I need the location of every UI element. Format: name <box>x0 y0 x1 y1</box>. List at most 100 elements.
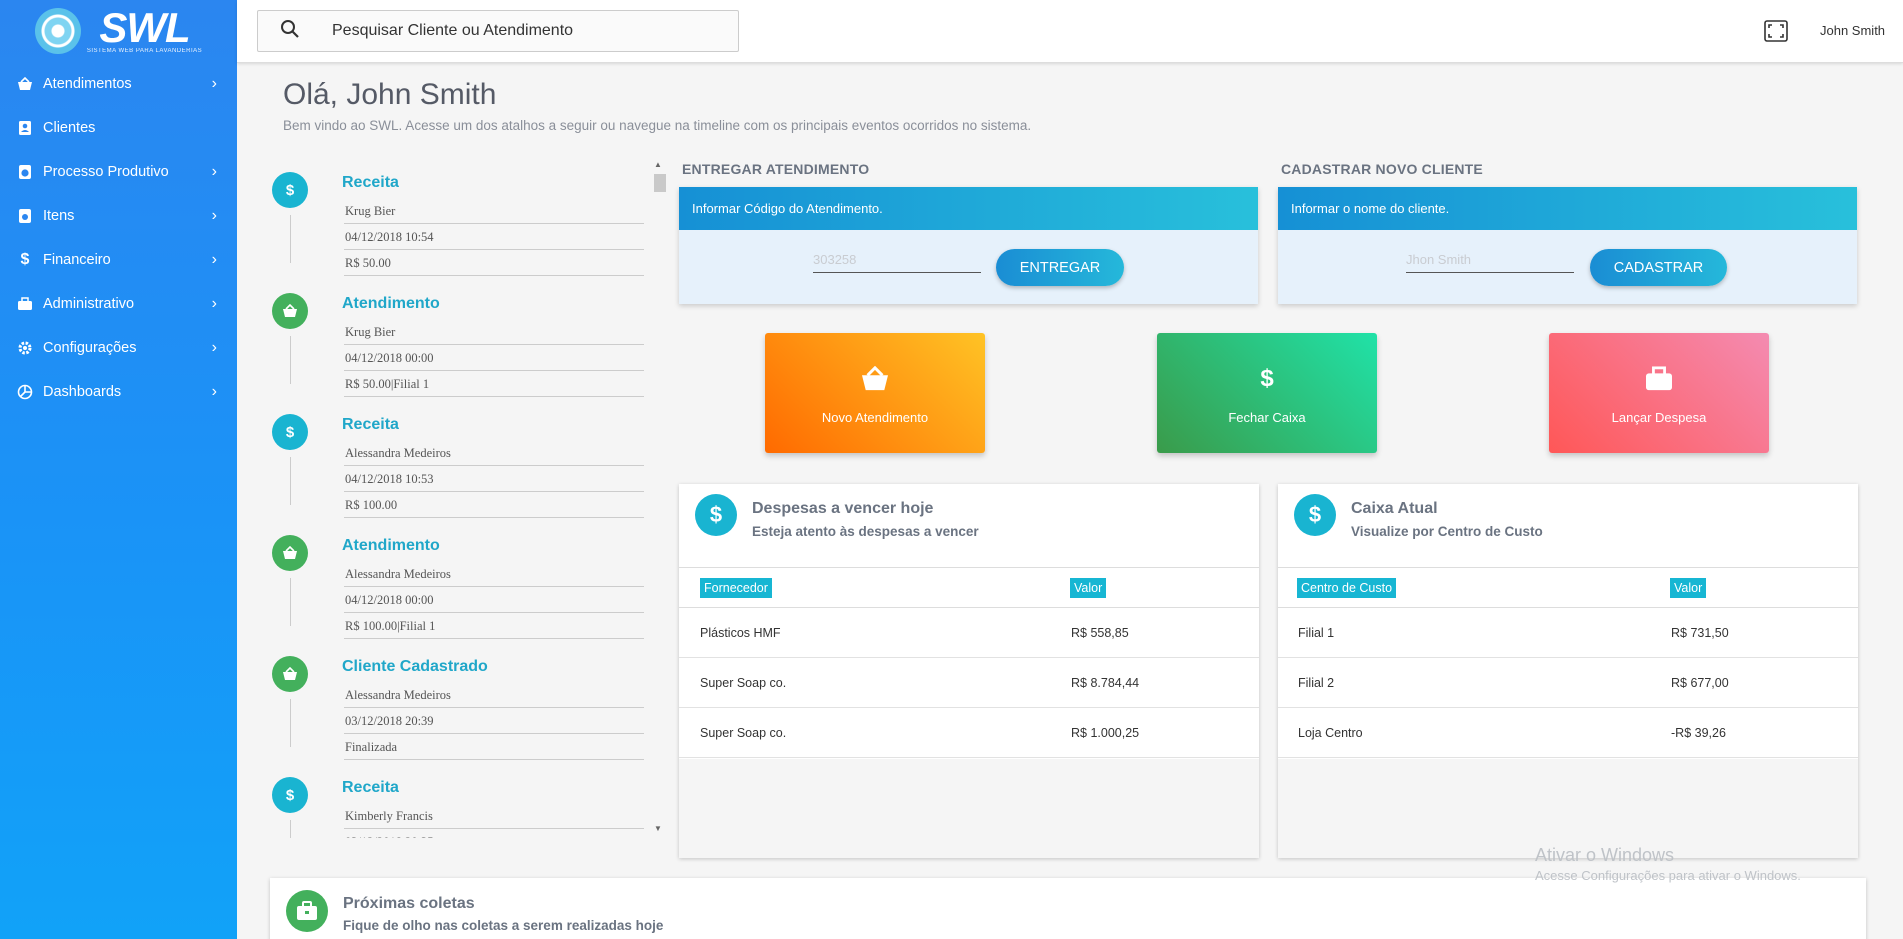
table-cell: R$ 731,50 <box>1671 626 1729 640</box>
table-header: Centro de Custo Valor <box>1278 568 1858 608</box>
timeline-title[interactable]: Atendimento <box>342 295 440 313</box>
timeline-title[interactable]: Receita <box>342 174 399 192</box>
timeline-detail: 04/12/2018 00:00 <box>344 345 644 371</box>
table-row[interactable]: Plásticos HMF R$ 558,85 <box>679 608 1259 658</box>
timeline-detail: 04/12/2018 10:54 <box>344 224 644 250</box>
sidebar-item-label: Financeiro <box>43 252 111 268</box>
scroll-down-icon[interactable]: ▼ <box>654 824 662 833</box>
timeline-detail: Krug Bier <box>344 319 644 345</box>
gear-icon <box>16 340 34 356</box>
column-header-value[interactable]: Valor <box>1670 578 1707 598</box>
timeline-title[interactable]: Receita <box>342 779 399 797</box>
register-button[interactable]: CADASTRAR <box>1590 249 1727 286</box>
chevron-right-icon: › <box>211 75 217 92</box>
sidebar-nav: Atendimentos › Clientes Processo Produti… <box>0 62 237 414</box>
timeline-connector <box>290 215 291 263</box>
register-prompt: Informar o nome do cliente. <box>1278 187 1857 230</box>
timeline-entry[interactable]: $ Receita Alessandra Medeiros 04/12/2018 … <box>268 402 668 524</box>
chevron-right-icon: › <box>211 383 217 400</box>
sidebar-item-atendimentos[interactable]: Atendimentos › <box>0 62 237 106</box>
client-name-input[interactable] <box>1406 247 1574 273</box>
logo-text: SWL <box>99 4 190 51</box>
watermark-title: Ativar o Windows <box>1535 845 1675 865</box>
sidebar-item-itens[interactable]: Itens › <box>0 194 237 238</box>
timeline[interactable]: $ Receita Krug Bier 04/12/2018 10:54 R$ 50… <box>268 160 668 838</box>
table-cell: Loja Centro <box>1298 726 1363 740</box>
app-logo[interactable]: SWL SISTEMA WEB PARA LAVANDERIAS <box>0 0 237 62</box>
deliver-button[interactable]: ENTREGAR <box>996 249 1124 286</box>
shirt-icon <box>16 208 34 224</box>
search-input[interactable] <box>332 22 712 40</box>
sidebar-item-label: Administrativo <box>43 296 135 312</box>
table-row[interactable]: Filial 1 R$ 731,50 <box>1278 608 1858 658</box>
sidebar-item-clientes[interactable]: Clientes <box>0 106 237 150</box>
timeline-detail: 04/12/2018 00:00 <box>344 587 644 613</box>
sidebar-item-processo-produtivo[interactable]: Processo Produtivo › <box>0 150 237 194</box>
basket-icon <box>272 656 308 692</box>
chevron-right-icon: › <box>211 207 217 224</box>
new-service-tile[interactable]: Novo Atendimento <box>765 333 985 453</box>
table-row[interactable]: Super Soap co. R$ 1.000,25 <box>679 708 1259 758</box>
column-header-cost-center[interactable]: Centro de Custo <box>1297 578 1397 598</box>
timeline-title[interactable]: Receita <box>342 416 399 434</box>
expenses-subtitle: Esteja atento às despesas a vencer <box>752 524 979 539</box>
table-row[interactable]: Loja Centro -R$ 39,26 <box>1278 708 1858 758</box>
search-icon[interactable] <box>280 19 314 44</box>
table-cell: R$ 1.000,25 <box>1071 726 1140 740</box>
column-header-value[interactable]: Valor <box>1070 578 1107 598</box>
timeline-detail: R$ 50.00 <box>344 250 644 276</box>
timeline-detail: Alessandra Medeiros <box>344 682 644 708</box>
watermark-subtitle: Acesse Configurações para ativar o Windo… <box>1535 868 1801 883</box>
sidebar-item-administrativo[interactable]: Administrativo › <box>0 282 237 326</box>
page-subtitle: Bem vindo ao SWL. Acesse um dos atalhos … <box>283 118 1032 133</box>
dollar-icon: $ <box>1294 494 1336 536</box>
timeline-entry[interactable]: Atendimento Krug Bier 04/12/2018 00:00 R$ … <box>268 281 668 403</box>
timeline-connector <box>290 578 291 626</box>
sidebar-item-label: Processo Produtivo <box>43 164 169 180</box>
deliver-prompt: Informar Código do Atendimento. <box>679 187 1258 230</box>
delivery-code-input[interactable] <box>813 247 981 273</box>
timeline-scrollbar[interactable]: ▲ ▼ <box>652 160 666 838</box>
cash-card: $ Caixa Atual Visualize por Centro de Cu… <box>1278 484 1858 858</box>
user-name[interactable]: John Smith <box>1820 23 1885 38</box>
table-cell: -R$ 39,26 <box>1671 726 1726 740</box>
scroll-up-icon[interactable]: ▲ <box>654 160 662 169</box>
chevron-right-icon: › <box>211 339 217 356</box>
expenses-card: $ Despesas a vencer hoje Esteja atento à… <box>679 484 1259 858</box>
fullscreen-icon[interactable] <box>1764 20 1788 42</box>
table-cell: R$ 558,85 <box>1071 626 1129 640</box>
briefcase-icon <box>1644 362 1674 396</box>
timeline-entry[interactable]: Cliente Cadastrado Alessandra Medeiros 03… <box>268 644 668 766</box>
tile-label: Fechar Caixa <box>1228 409 1306 425</box>
timeline-title[interactable]: Atendimento <box>342 537 440 555</box>
search-box[interactable] <box>257 10 739 52</box>
sidebar-item-dashboards[interactable]: Dashboards › <box>0 370 237 414</box>
timeline-title[interactable]: Cliente Cadastrado <box>342 658 488 676</box>
sidebar-item-configuracoes[interactable]: Configurações › <box>0 326 237 370</box>
add-expense-tile[interactable]: Lançar Despesa <box>1549 333 1769 453</box>
basket-icon <box>272 535 308 571</box>
expenses-title: Despesas a vencer hoje <box>752 500 934 517</box>
timeline-entry[interactable]: $ Receita Kimberly Francis03/12/2018 20:… <box>268 765 668 838</box>
pie-chart-icon <box>16 384 34 400</box>
logo-subtitle: SISTEMA WEB PARA LAVANDERIAS <box>86 48 203 54</box>
deliver-form: Informar Código do Atendimento. ENTREGAR <box>679 187 1258 304</box>
logo-icon <box>34 8 81 54</box>
pickups-card: Próximas coletas Fique de olho nas colet… <box>270 878 1866 939</box>
close-cash-tile[interactable]: $ Fechar Caixa <box>1157 333 1377 453</box>
sidebar-item-financeiro[interactable]: $ Financeiro › <box>0 238 237 282</box>
timeline-entry[interactable]: $ Receita Krug Bier 04/12/2018 10:54 R$ 50… <box>268 160 668 282</box>
scroll-thumb[interactable] <box>654 174 666 192</box>
pickups-subtitle: Fique de olho nas coletas a serem realiz… <box>343 918 664 933</box>
timeline-entry[interactable]: Atendimento Alessandra Medeiros 04/12/201… <box>268 523 668 645</box>
cash-subtitle: Visualize por Centro de Custo <box>1351 524 1543 539</box>
column-header-supplier[interactable]: Fornecedor <box>700 578 772 598</box>
tile-label: Lançar Despesa <box>1611 409 1707 425</box>
table-header: Fornecedor Valor <box>679 568 1259 608</box>
table-row[interactable]: Super Soap co. R$ 8.784,44 <box>679 658 1259 708</box>
timeline-detail: Alessandra Medeiros <box>344 561 644 587</box>
cash-title: Caixa Atual <box>1351 500 1438 517</box>
chevron-right-icon: › <box>211 163 217 180</box>
table-row[interactable]: Filial 2 R$ 677,00 <box>1278 658 1858 708</box>
dollar-icon: $ <box>1260 364 1274 392</box>
